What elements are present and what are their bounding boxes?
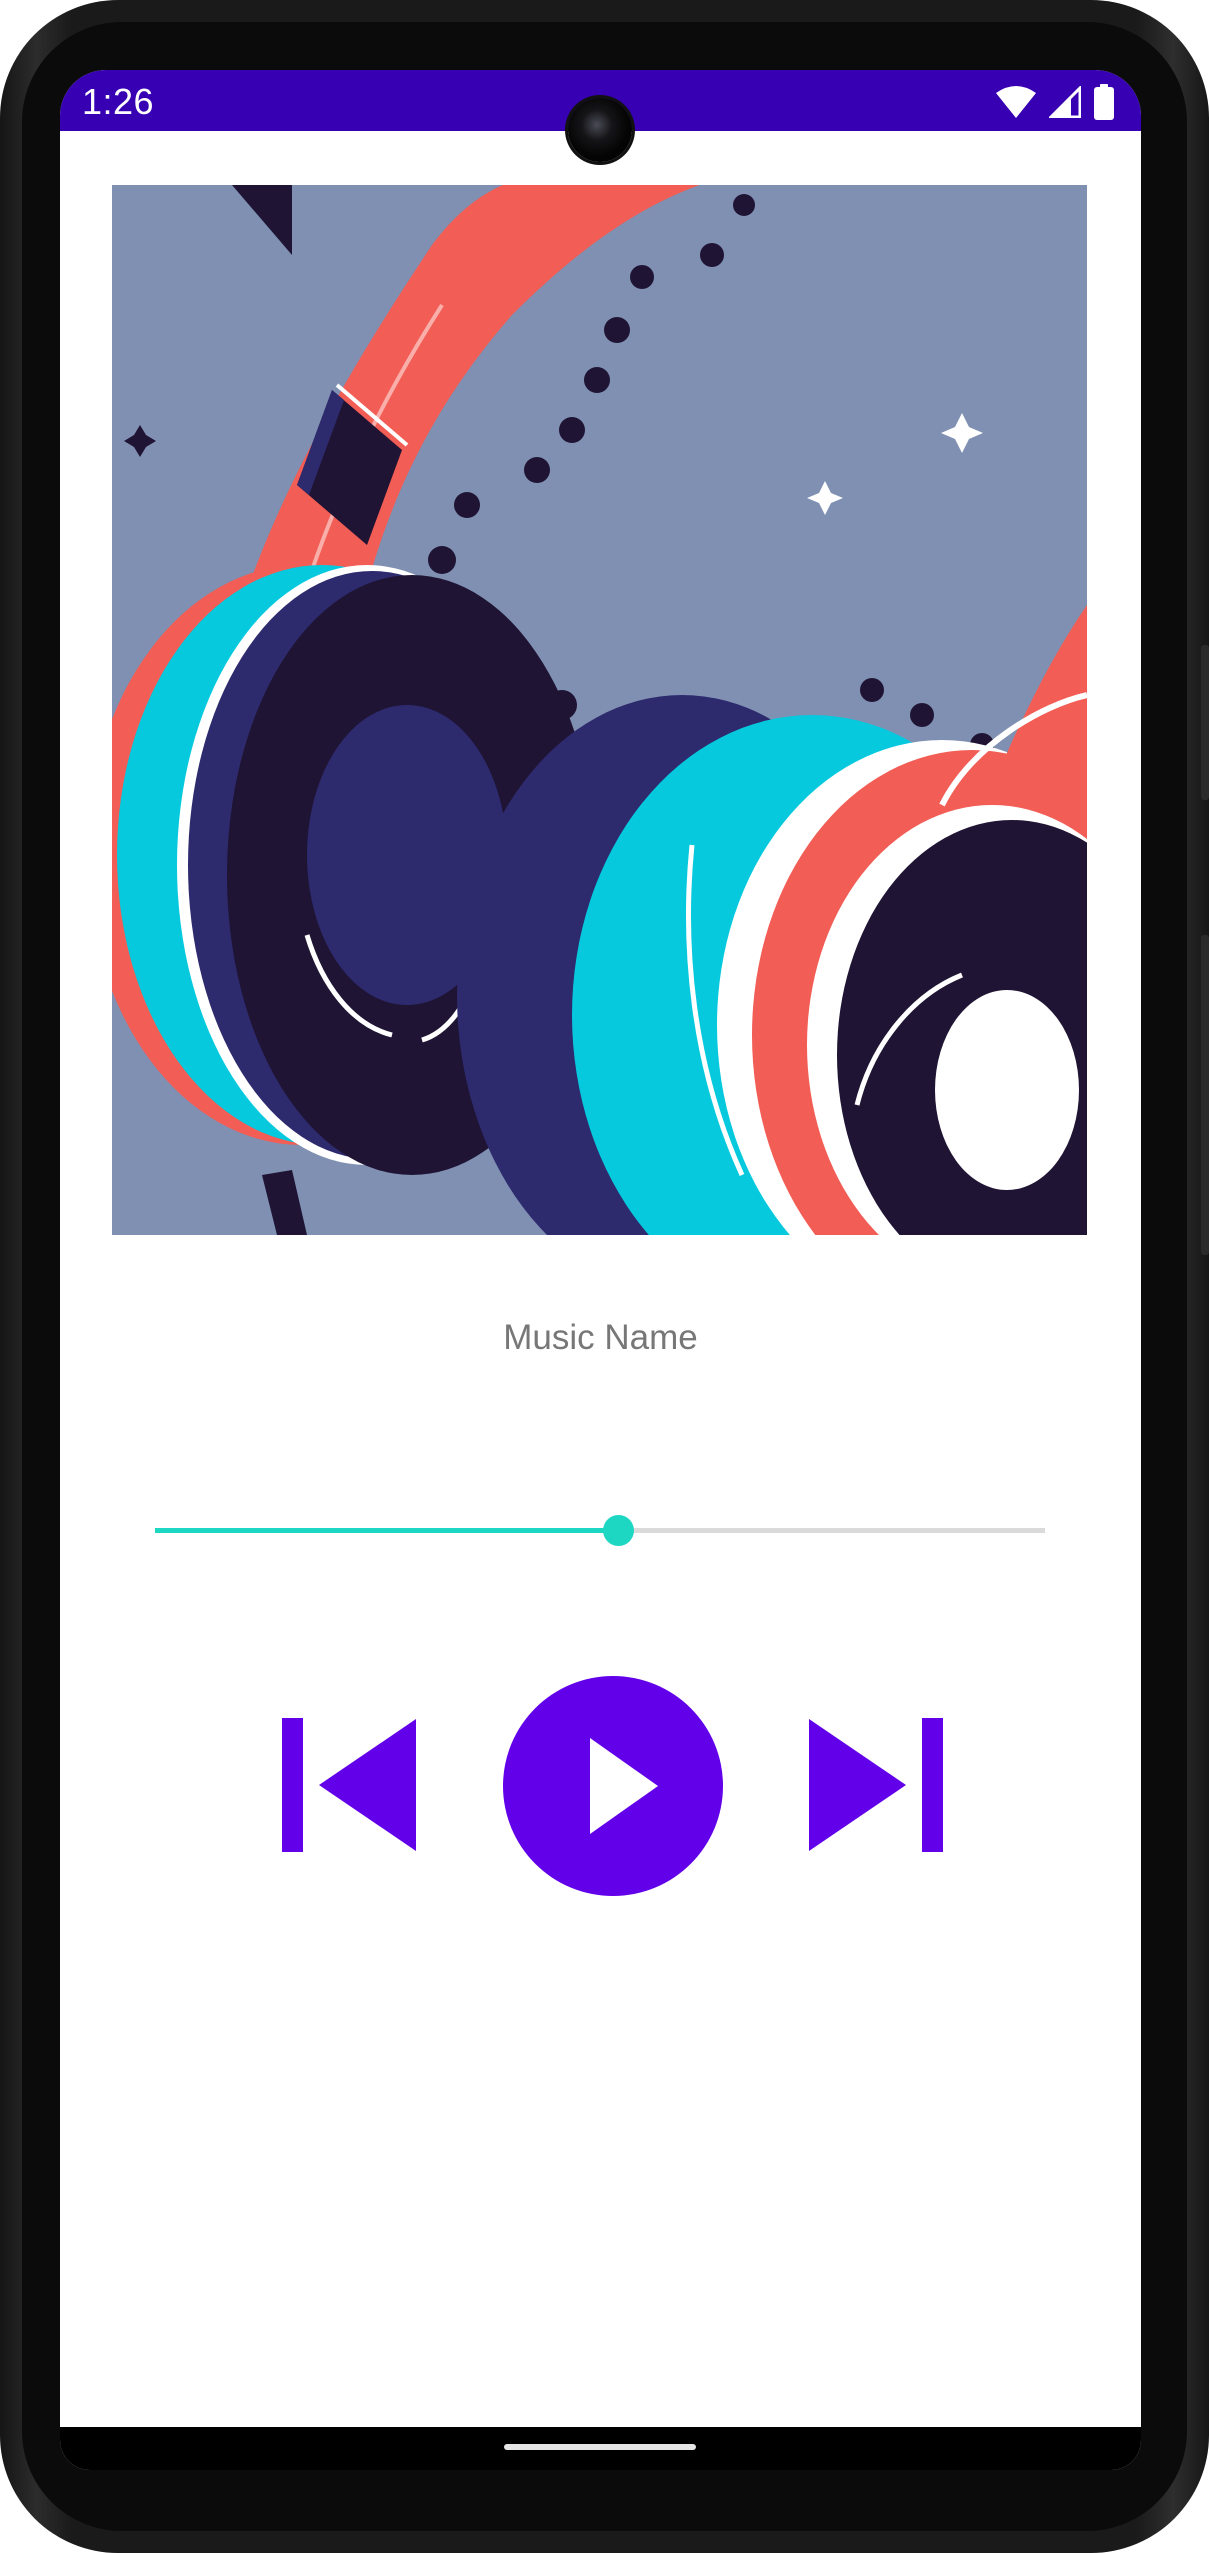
seekbar-progress — [155, 1528, 618, 1533]
next-button[interactable] — [809, 1718, 943, 1852]
track-title: Music Name — [503, 1318, 698, 1357]
headphones-illustration — [112, 185, 1087, 1235]
seekbar[interactable] — [155, 1500, 1045, 1560]
navigation-bar — [60, 2427, 1141, 2470]
status-time: 1:26 — [82, 81, 155, 122]
skip-next-icon — [809, 1718, 943, 1852]
play-icon — [503, 1676, 723, 1896]
skip-previous-icon — [282, 1718, 416, 1852]
wifi-icon — [996, 86, 1036, 118]
seekbar-thumb[interactable] — [602, 1515, 634, 1546]
battery-icon — [1094, 84, 1114, 120]
power-button — [1201, 645, 1209, 800]
front-camera — [568, 98, 632, 162]
album-art — [112, 185, 1087, 1235]
home-handle[interactable] — [504, 2444, 696, 2450]
screen: 1:26 Music Name — [60, 70, 1141, 2470]
previous-button[interactable] — [282, 1718, 416, 1852]
signal-icon — [1049, 86, 1081, 118]
play-button[interactable] — [503, 1676, 723, 1896]
volume-button — [1201, 935, 1209, 1255]
status-icons — [995, 82, 1115, 122]
